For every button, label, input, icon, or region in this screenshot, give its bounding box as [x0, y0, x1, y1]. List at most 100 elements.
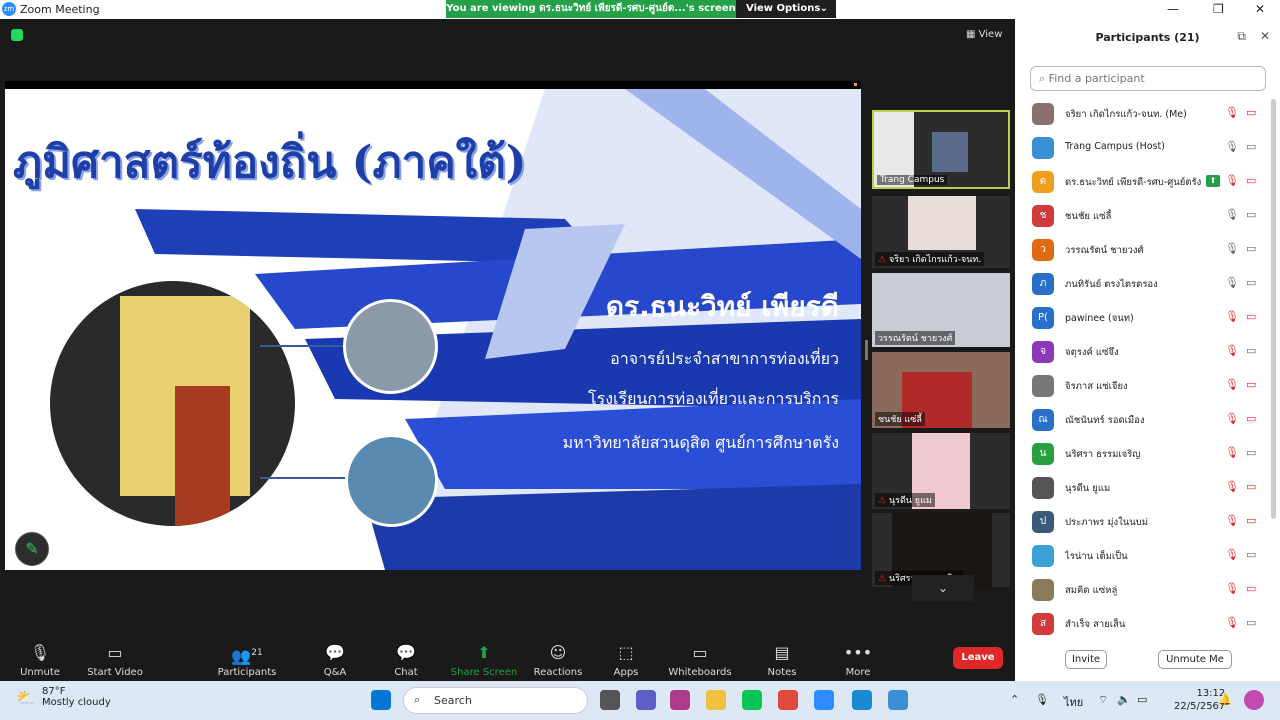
mic-muted-icon: ⚠ — [878, 255, 887, 265]
avatar: ช — [1032, 205, 1054, 227]
whiteboard-icon: ▭ — [692, 643, 708, 662]
participant-row[interactable]: น นริศรา ธรรมเจริญ 🎙 ▭ — [1015, 437, 1273, 471]
participants-button[interactable]: 👥21 Participants — [207, 643, 287, 678]
video-icon: ▭ — [1246, 616, 1257, 629]
video-tile[interactable]: ชนชัย แซ่ลี้ — [872, 352, 1010, 428]
participant-row[interactable]: P(pawinee (จนท) 🎙 ▭ — [1015, 301, 1273, 335]
unmute-button[interactable]: 🎙 Unmute — [0, 643, 80, 678]
video-label: ชนชัย แซ่ลี้ — [875, 412, 925, 426]
participant-row[interactable]: ช ชนชัย แซ่ลี้ 🎙 ▭ — [1015, 199, 1273, 233]
viewing-banner: You are viewing ดร.ธนะวิทย์ เพียรดี-รศบ-… — [446, 0, 736, 18]
view-options-button[interactable]: View Options ⌄ — [736, 0, 836, 18]
volume-icon[interactable]: 🔈 — [1117, 693, 1131, 706]
whiteboards-button[interactable]: ▭ Whiteboards — [660, 643, 740, 678]
view-button[interactable]: ▦ View — [966, 29, 1002, 40]
taskbar-search[interactable]: ⌕ Search — [403, 687, 588, 714]
copilot-icon[interactable] — [1244, 690, 1264, 710]
minimize-icon[interactable]: — — [1167, 2, 1179, 16]
line-icon[interactable] — [742, 690, 762, 710]
zoom-icon[interactable] — [814, 690, 834, 710]
video-tile[interactable]: วรรณรัตน์ ชายวงศ์ — [872, 273, 1010, 347]
mic-muted-icon: 🎙 — [1225, 446, 1239, 459]
participant-row[interactable]: ณ ณัชนันทร์ รอดเมือง 🎙 ▭ — [1015, 403, 1273, 437]
participant-name: ดร.ธนะวิทย์ เพียรดี-รศบ-ศูนย์ตรัง — [1065, 177, 1202, 188]
participant-name: นริศรา ธรรมเจริญ — [1065, 449, 1141, 460]
chevron-down-icon: ⌄ — [819, 3, 828, 14]
edge-icon[interactable] — [852, 690, 872, 710]
notes-button[interactable]: ▤ Notes — [742, 643, 822, 678]
pencil-icon[interactable]: ✎ — [15, 532, 49, 566]
scrollbar[interactable] — [1271, 99, 1276, 519]
more-button[interactable]: ••• More — [818, 643, 898, 678]
start-video-button[interactable]: ▭ Start Video — [75, 643, 155, 678]
maximize-icon[interactable]: ❐ — [1213, 2, 1224, 16]
avatar: ณ — [1032, 409, 1054, 431]
close-icon[interactable]: ✕ — [1255, 2, 1265, 16]
mic-muted-icon: ⚠ — [878, 574, 887, 584]
splitter-handle[interactable] — [865, 340, 868, 360]
video-tile[interactable]: Trang Campus — [872, 110, 1010, 189]
participants-icon: 👥21 — [231, 646, 263, 666]
participant-search[interactable]: ⌕ — [1030, 66, 1266, 91]
chevron-down-icon[interactable]: ⌄ — [912, 575, 974, 601]
shield-icon[interactable] — [11, 29, 23, 41]
start-video-label: Start Video — [87, 667, 143, 678]
participant-row[interactable]: ด ดร.ธนะวิทย์ เพียรดี-รศบ-ศูนย์ตรัง 🎙 ▭ ⬆ — [1015, 165, 1273, 199]
share-screen-button[interactable]: ⬆ Share Screen — [444, 643, 524, 678]
participant-row[interactable]: Trang Campus (Host) 🎙 ▭ — [1015, 131, 1273, 165]
chrome-icon[interactable] — [778, 690, 798, 710]
participant-row[interactable]: จ จตุรงค์ แซ่จึง 🎙 ▭ — [1015, 335, 1273, 369]
participants-label: Participants — [217, 667, 277, 678]
video-off-icon: ▭ — [1246, 514, 1257, 527]
apps-button[interactable]: ⬚ Apps — [586, 643, 666, 678]
participant-row[interactable]: จริยา เกิดไกรแก้ว-จนท. (Me) 🎙 ▭ — [1015, 97, 1273, 131]
slide-line-2: โรงเรียนการท่องเที่ยวและการบริการ — [588, 389, 839, 408]
search-input[interactable] — [1048, 72, 1239, 85]
participant-name: วรรณรัตน์ ชายวงศ์ — [1065, 245, 1144, 256]
participant-row[interactable]: ป ประภาพร มุ่งในนบม่ 🎙 ▭ — [1015, 505, 1273, 539]
file-explorer-icon[interactable] — [706, 690, 726, 710]
invite-button[interactable]: Invite — [1065, 650, 1107, 669]
mic-icon: 🎙 — [1225, 140, 1239, 153]
qa-button[interactable]: 💬 Q&A — [295, 643, 375, 678]
notification-icon[interactable]: 🔔 — [1218, 693, 1232, 706]
task-view-icon[interactable] — [600, 690, 620, 710]
more-icon: ••• — [843, 643, 873, 662]
slide-title: ภูมิศาสตร์ท้องถิ่น (ภาคใต้) — [13, 137, 527, 188]
video-tile[interactable]: ⚠ จริยา เกิดไกรแก้ว-จนท. — [872, 196, 1010, 268]
participant-row[interactable]: นุรดีน ยูแม 🎙 ▭ — [1015, 471, 1273, 505]
leave-button[interactable]: Leave — [953, 647, 1003, 669]
weather-widget[interactable]: ⛅ 87°F Mostly cloudy — [16, 686, 111, 708]
participant-row[interactable]: จิรภาส แซ่เจียง 🎙 ▭ — [1015, 369, 1273, 403]
participant-row[interactable]: สมคิด แซ่หลู่ 🎙 ▭ — [1015, 573, 1273, 607]
video-tile[interactable]: ⚠ นุรดีน ยูแม — [872, 433, 1010, 509]
notes-icon: ▤ — [774, 643, 790, 662]
battery-icon[interactable]: ▭ — [1137, 693, 1147, 706]
language-indicator[interactable]: ไทย — [1064, 693, 1083, 711]
teams-icon[interactable] — [636, 690, 656, 710]
search-icon: ⌕ — [414, 693, 421, 706]
chat-button[interactable]: 💬 Chat — [366, 643, 446, 678]
popout-icon[interactable]: ⧉ — [1237, 29, 1246, 44]
wifi-icon[interactable]: ⌔ — [1098, 693, 1108, 707]
close-icon[interactable]: ✕ — [1260, 29, 1270, 43]
start-icon[interactable] — [371, 690, 391, 710]
participant-row[interactable]: ไรน่าน เต็มเป็น 🎙 ▭ — [1015, 539, 1273, 573]
participant-name: จตุรงค์ แซ่จึง — [1065, 347, 1119, 358]
video-off-icon: ▭ — [1246, 174, 1257, 187]
video-icon: ▭ — [1246, 242, 1257, 255]
unmute-me-button[interactable]: Unmute Me — [1158, 650, 1232, 669]
video-label: ⚠ นุรดีน ยูแม — [875, 493, 935, 507]
participant-row[interactable]: ภ ภนทิรันย์ ตรงไตรตรอง 🎙 ▭ — [1015, 267, 1273, 301]
participant-name: สมคิด แซ่หลู่ — [1065, 585, 1118, 596]
apps-label: Apps — [613, 667, 639, 678]
snipping-tool-icon[interactable] — [670, 690, 690, 710]
chevron-up-icon[interactable]: ⌃ — [1010, 693, 1019, 706]
connector-line — [260, 477, 350, 479]
mic-muted-icon: 🎙 — [1225, 514, 1239, 527]
microphone-icon[interactable]: 🎙 — [1035, 693, 1049, 706]
mic-muted-icon: 🎙 — [1225, 412, 1239, 425]
participant-row[interactable]: ว วรรณรัตน์ ชายวงศ์ 🎙 ▭ — [1015, 233, 1273, 267]
participant-row[interactable]: ส สำเร็จ สายเส็น 🎙 ▭ — [1015, 607, 1273, 641]
app-icon[interactable] — [888, 690, 908, 710]
